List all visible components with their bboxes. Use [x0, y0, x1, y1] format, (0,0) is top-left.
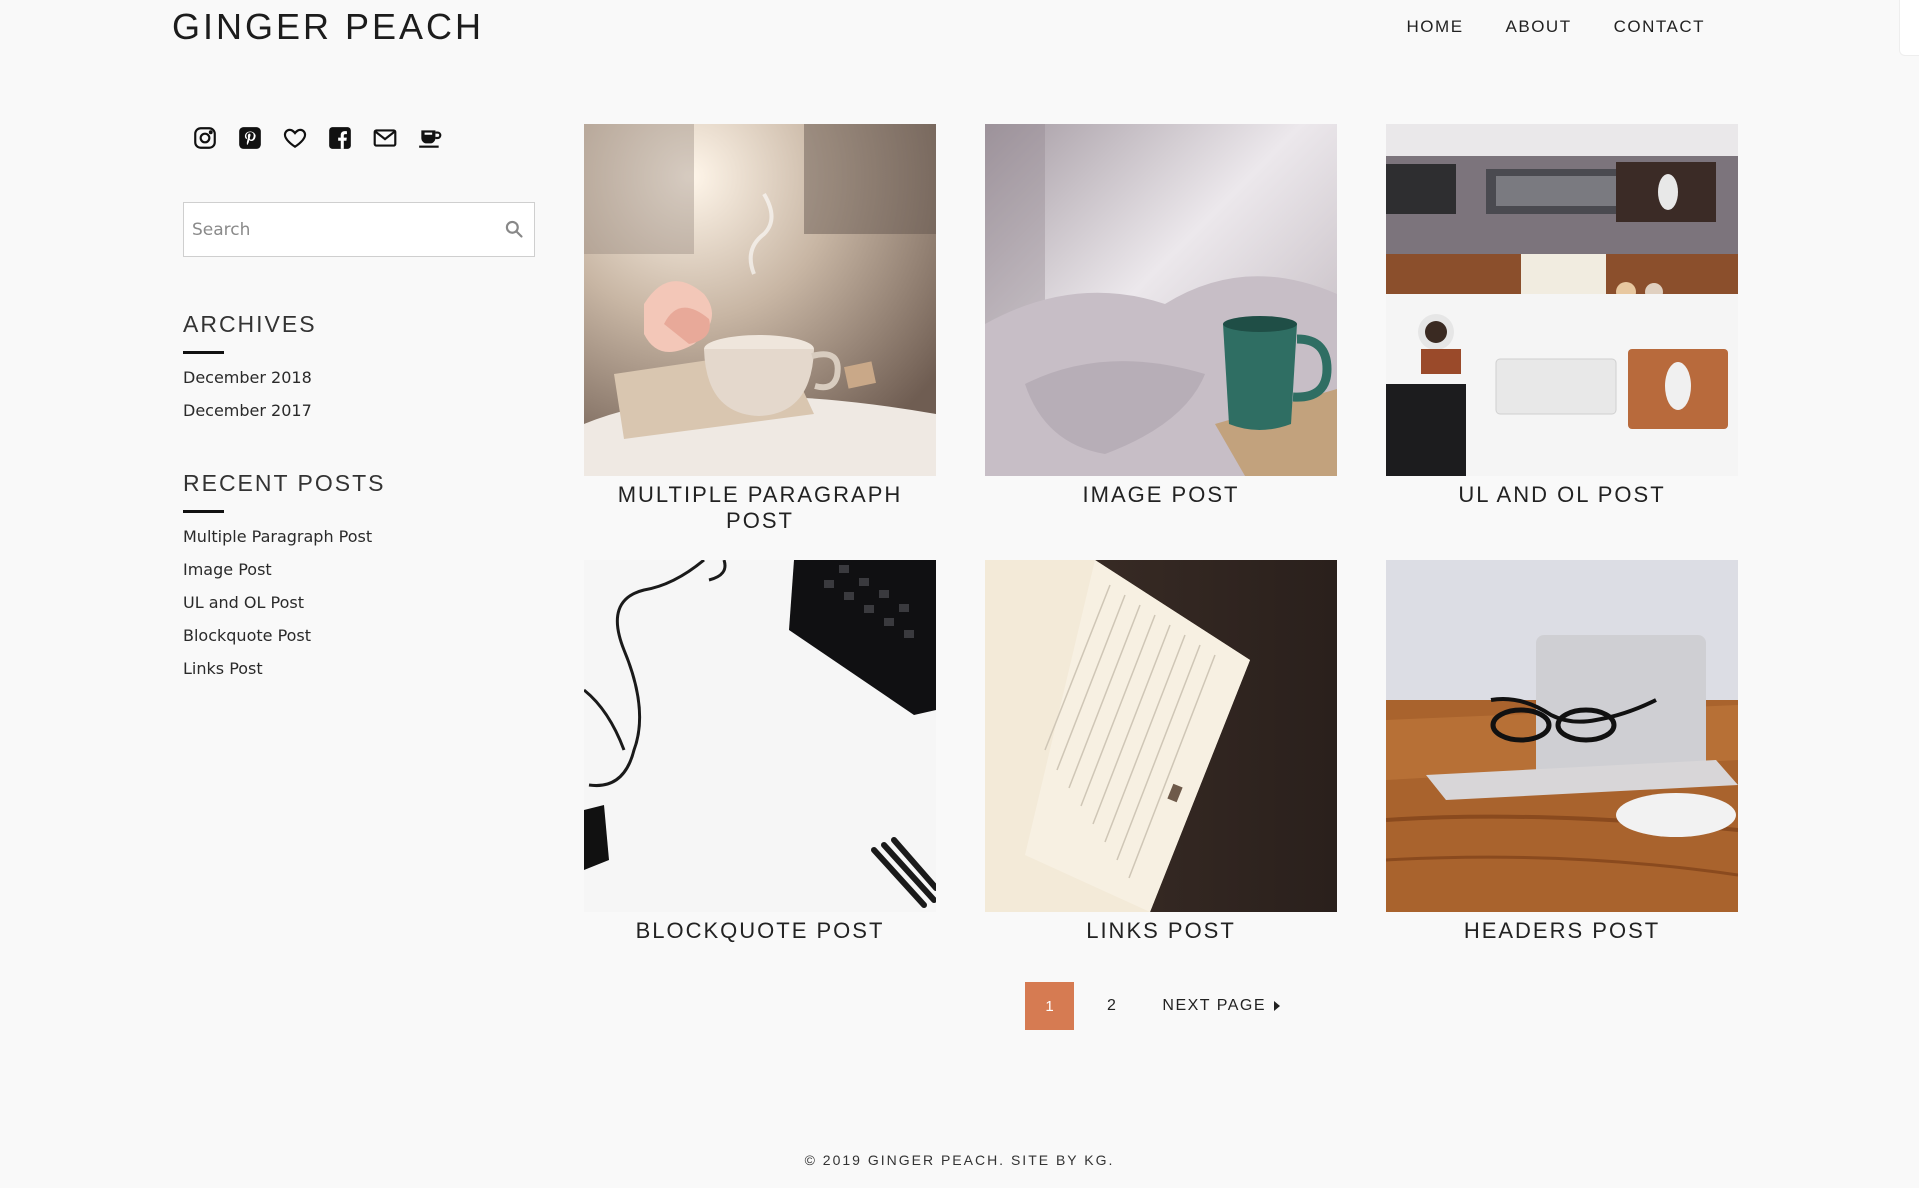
sidebar: ARCHIVES December 2018 December 2017 REC… [183, 124, 535, 692]
post-thumbnail-keyboard[interactable] [584, 560, 936, 912]
recent-posts-heading: RECENT POSTS [183, 470, 386, 496]
post-thumbnail-notebook[interactable] [985, 560, 1337, 912]
open-notebook-photo [985, 560, 1337, 912]
search-icon[interactable] [504, 219, 524, 239]
heart-icon[interactable] [281, 124, 309, 152]
post-card: MULTIPLE PARAGRAPH POST [584, 124, 936, 534]
recent-post-link[interactable]: Image Post [183, 560, 272, 579]
archives-widget: ARCHIVES December 2018 December 2017 [183, 311, 535, 421]
site-title[interactable]: GINGER PEACH [172, 6, 484, 48]
post-thumbnail-desk[interactable] [1386, 124, 1738, 476]
post-title[interactable]: MULTIPLE PARAGRAPH POST [584, 482, 936, 534]
post-title[interactable]: HEADERS POST [1386, 918, 1738, 944]
list-item: Image Post [183, 560, 535, 580]
green-mug-bed-photo [985, 124, 1337, 476]
post-title[interactable]: LINKS POST [985, 918, 1337, 944]
instagram-icon[interactable] [191, 124, 219, 152]
list-item: UL and OL Post [183, 593, 535, 613]
coffee-cup-icon[interactable] [416, 124, 444, 152]
page-2-link[interactable]: 2 [1107, 997, 1117, 1015]
caret-right-icon [1274, 1001, 1281, 1011]
list-item: December 2017 [183, 401, 535, 421]
search-input[interactable] [184, 203, 484, 256]
next-page-link[interactable]: NEXT PAGE [1162, 997, 1281, 1015]
search-box [183, 202, 535, 257]
post-title[interactable]: UL AND OL POST [1386, 482, 1738, 508]
list-item: Links Post [183, 659, 535, 679]
heading-underline [183, 510, 224, 513]
list-item: December 2018 [183, 368, 535, 388]
recent-post-link[interactable]: Links Post [183, 659, 263, 678]
archive-link[interactable]: December 2018 [183, 368, 312, 387]
social-links [191, 124, 535, 152]
current-page: 1 [1025, 982, 1074, 1030]
post-thumbnail-glasses[interactable] [1386, 560, 1738, 912]
mail-icon[interactable] [371, 124, 399, 152]
nav-contact[interactable]: CONTACT [1614, 17, 1705, 37]
recent-post-link[interactable]: Blockquote Post [183, 626, 311, 645]
nav-about[interactable]: ABOUT [1506, 17, 1572, 37]
post-card: BLOCKQUOTE POST [584, 560, 936, 944]
archives-heading: ARCHIVES [183, 311, 317, 337]
teacup-on-book-photo [584, 124, 936, 476]
site-footer: © 2019 GINGER PEACH. SITE BY KG. [0, 1152, 1919, 1168]
list-item: Multiple Paragraph Post [183, 527, 535, 547]
pinterest-icon[interactable] [236, 124, 264, 152]
nav-home[interactable]: HOME [1407, 17, 1464, 37]
post-title[interactable]: IMAGE POST [985, 482, 1337, 508]
next-page-label: NEXT PAGE [1162, 997, 1267, 1014]
desk-flatlay-photo [1386, 124, 1738, 476]
keyboard-earphones-photo [584, 560, 936, 912]
post-title[interactable]: BLOCKQUOTE POST [584, 918, 936, 944]
post-card: HEADERS POST [1386, 560, 1738, 944]
recent-posts-widget: RECENT POSTS Multiple Paragraph Post Ima… [183, 470, 535, 679]
archive-link[interactable]: December 2017 [183, 401, 312, 420]
archives-list: December 2018 December 2017 [183, 368, 535, 421]
pagination: 1 2 NEXT PAGE [1025, 982, 1281, 1030]
glasses-laptop-photo [1386, 560, 1738, 912]
post-thumbnail-teacup[interactable] [584, 124, 936, 476]
window-edge [1899, 0, 1919, 56]
recent-post-link[interactable]: UL and OL Post [183, 593, 304, 612]
recent-posts-list: Multiple Paragraph Post Image Post UL an… [183, 527, 535, 679]
post-card: LINKS POST [985, 560, 1337, 944]
post-card: IMAGE POST [985, 124, 1337, 508]
heading-underline [183, 351, 224, 354]
footer-text: © 2019 GINGER PEACH. SITE BY KG. [804, 1152, 1115, 1168]
post-card: UL AND OL POST [1386, 124, 1738, 508]
site-header: GINGER PEACH HOME ABOUT CONTACT [0, 0, 1919, 70]
post-thumbnail-mug[interactable] [985, 124, 1337, 476]
main-nav: HOME ABOUT CONTACT [1407, 17, 1705, 37]
facebook-icon[interactable] [326, 124, 354, 152]
recent-post-link[interactable]: Multiple Paragraph Post [183, 527, 372, 546]
list-item: Blockquote Post [183, 626, 535, 646]
